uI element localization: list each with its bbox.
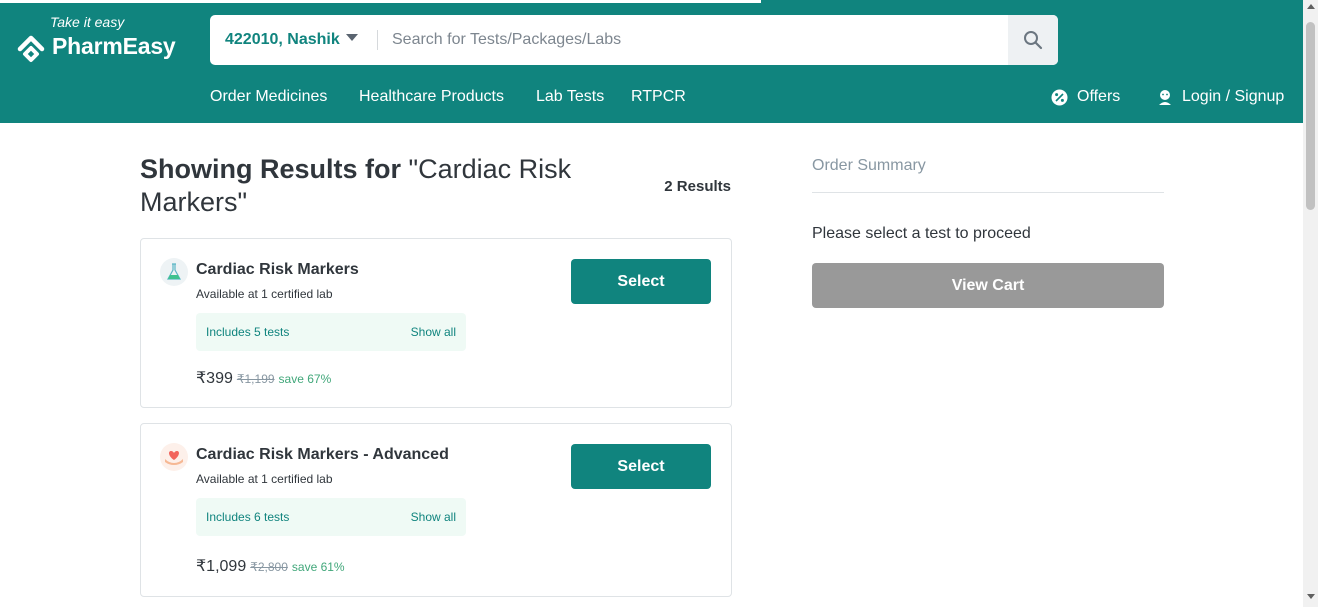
search-input[interactable]: [388, 15, 1058, 65]
scroll-up-arrow-icon[interactable]: [1307, 4, 1315, 9]
scrollbar-thumb[interactable]: [1306, 22, 1315, 210]
offers-icon: [1051, 89, 1068, 105]
view-cart-button[interactable]: View Cart: [812, 263, 1164, 308]
show-all-link[interactable]: Show all: [411, 325, 456, 339]
nav-healthcare-products[interactable]: Healthcare Products: [359, 88, 504, 106]
pharmeasy-logo-icon: [17, 35, 45, 62]
select-button[interactable]: Select: [571, 444, 711, 489]
user-icon: [1159, 89, 1171, 105]
scroll-down-arrow-icon[interactable]: [1307, 594, 1315, 599]
nav-rtpcr[interactable]: RTPCR: [631, 88, 686, 106]
offers-label: Offers: [1077, 88, 1121, 105]
search-button[interactable]: [1008, 15, 1058, 65]
price-row: ₹1,099 ₹2,800 save 61%: [196, 556, 345, 576]
top-header: Take it easy PharmEasy 422010, Nashik Or…: [0, 0, 1303, 123]
page-title: Showing Results for "Cardiac Risk Marker…: [140, 153, 610, 219]
results-title-prefix: Showing Results for: [140, 154, 402, 184]
test-savings: save 67%: [278, 372, 332, 386]
test-card: Cardiac Risk Markers - Advanced Availabl…: [140, 423, 732, 597]
test-availability: Available at 1 certified lab: [196, 287, 333, 301]
order-summary-divider: [812, 192, 1164, 193]
login-label: Login / Signup: [1182, 88, 1285, 105]
chevron-down-icon: [345, 34, 358, 42]
test-price: ₹1,099: [196, 558, 247, 575]
included-tests-count: Includes 5 tests: [206, 325, 290, 339]
nav-lab-tests[interactable]: Lab Tests: [536, 88, 604, 106]
included-tests-count: Includes 6 tests: [206, 510, 290, 524]
pharmeasy-logo[interactable]: Take it easy PharmEasy: [14, 14, 184, 68]
test-price: ₹399: [196, 370, 233, 387]
location-selector[interactable]: 422010, Nashik: [225, 15, 358, 65]
order-summary-title: Order Summary: [812, 157, 926, 174]
page-load-progress: [0, 0, 761, 3]
included-tests-box: Includes 5 tests Show all: [196, 313, 466, 351]
search-icon: [1024, 31, 1043, 50]
show-all-link[interactable]: Show all: [411, 510, 456, 524]
search-divider: [377, 30, 378, 50]
results-count: 2 Results: [664, 178, 731, 195]
test-card: Cardiac Risk Markers Available at 1 cert…: [140, 238, 732, 408]
included-tests-box: Includes 6 tests Show all: [196, 498, 466, 536]
test-mrp: ₹2,800: [250, 560, 288, 574]
test-savings: save 61%: [291, 560, 345, 574]
select-button[interactable]: Select: [571, 259, 711, 304]
heart-hands-icon: [160, 443, 188, 471]
nav-login-signup[interactable]: Login / Signup: [1157, 88, 1284, 106]
test-availability: Available at 1 certified lab: [196, 472, 333, 486]
logo-tagline: Take it easy: [50, 14, 125, 30]
nav-order-medicines[interactable]: Order Medicines: [210, 88, 327, 106]
nav-offers[interactable]: Offers: [1051, 88, 1120, 106]
page-scrollbar[interactable]: [1303, 0, 1318, 607]
location-label: 422010, Nashik: [225, 31, 340, 48]
flask-icon: [160, 258, 188, 286]
order-summary-message: Please select a test to proceed: [812, 225, 1031, 242]
test-name[interactable]: Cardiac Risk Markers: [196, 261, 359, 279]
logo-brand-name: PharmEasy: [52, 33, 176, 59]
test-name[interactable]: Cardiac Risk Markers - Advanced: [196, 446, 449, 464]
search-bar: 422010, Nashik: [210, 15, 1058, 65]
test-mrp: ₹1,199: [236, 372, 275, 386]
price-row: ₹399 ₹1,199 save 67%: [196, 368, 331, 388]
